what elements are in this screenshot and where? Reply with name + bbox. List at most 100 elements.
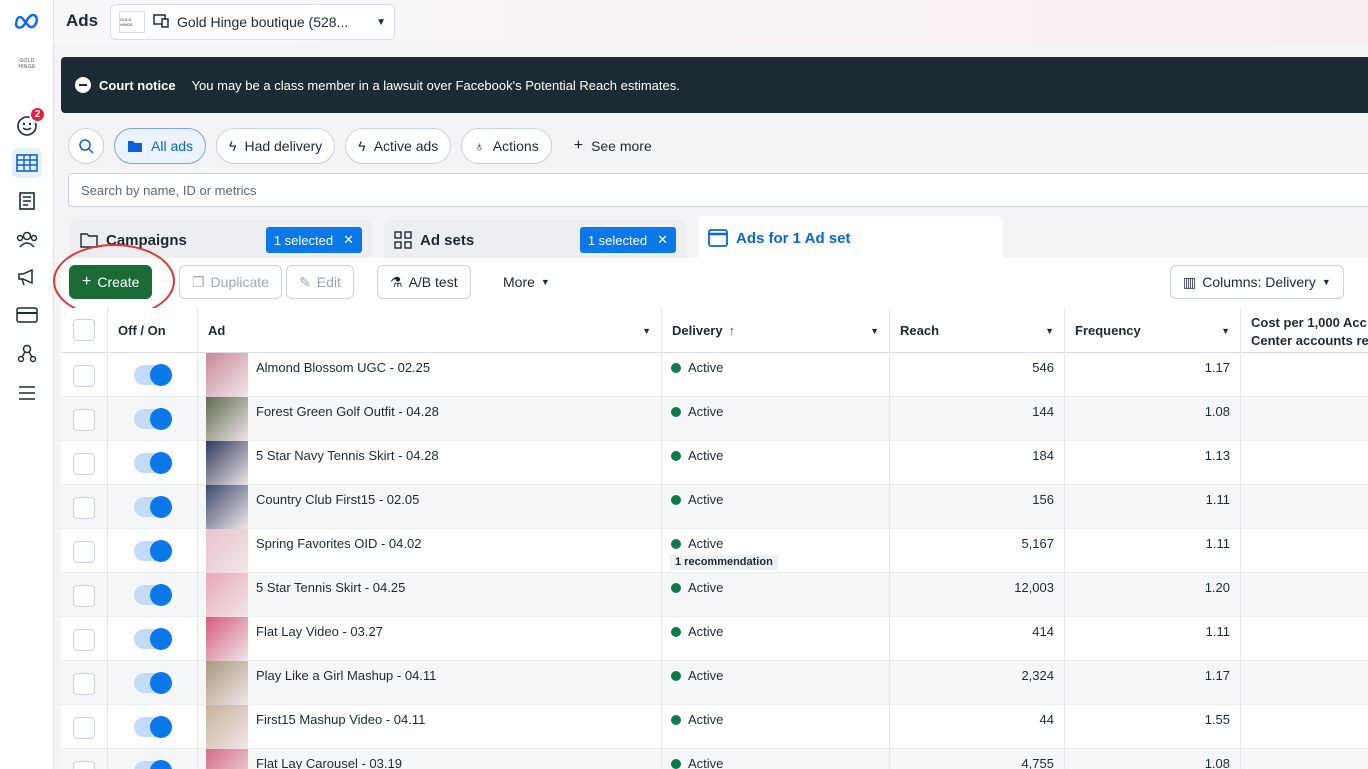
row-checkbox[interactable] [73, 585, 95, 607]
notifications-icon[interactable]: 2 [12, 106, 46, 140]
row-checkbox[interactable] [73, 761, 95, 769]
table-row[interactable]: 5 Star Tennis Skirt - 04.25 Active 12,00… [61, 573, 1368, 617]
see-more-button[interactable]: + See more [562, 128, 664, 164]
ad-on-off-toggle[interactable] [134, 452, 172, 474]
edit-button[interactable]: ✎ Edit [286, 265, 354, 299]
ad-name[interactable]: Spring Favorites OID - 04.02 [256, 536, 421, 551]
ad-name[interactable]: First15 Mashup Video - 04.11 [256, 712, 425, 727]
filter-had-delivery[interactable]: ϟ Had delivery [216, 128, 336, 164]
audiences-icon[interactable] [12, 224, 42, 254]
frequency-header[interactable]: Frequency ▼ [1065, 308, 1241, 353]
lightning-icon: ϟ [358, 138, 366, 154]
row-checkbox[interactable] [73, 673, 95, 695]
columns-button[interactable]: ▥ Columns: Delivery ▼ [1170, 265, 1344, 299]
tab-ads[interactable]: Ads for 1 Ad set [698, 216, 1002, 260]
table-row[interactable]: Flat Lay Carousel - 03.19 Active 4,755 1… [61, 749, 1368, 769]
ad-thumbnail[interactable] [206, 749, 248, 769]
all-tools-network-icon[interactable] [12, 338, 42, 368]
ad-on-off-toggle[interactable] [134, 584, 172, 606]
table-row[interactable]: Almond Blossom UGC - 02.25 Active 546 1.… [61, 353, 1368, 397]
billing-card-icon[interactable] [12, 300, 42, 330]
ad-name[interactable]: Play Like a Girl Mashup - 04.11 [256, 668, 436, 683]
filter-all-ads[interactable]: All ads [114, 128, 207, 164]
select-all-checkbox[interactable] [73, 319, 95, 341]
row-delivery-cell: Active 1 recommendation [662, 529, 890, 573]
row-toggle-cell [108, 397, 198, 441]
ad-thumbnail[interactable] [206, 573, 248, 617]
row-toggle-cell [108, 617, 198, 661]
ad-on-off-toggle[interactable] [134, 408, 172, 430]
ad-on-off-toggle[interactable] [134, 672, 172, 694]
ad-thumbnail[interactable] [206, 441, 248, 485]
tab-ad-sets[interactable]: Ad sets 1 selected ✕ [384, 220, 686, 260]
ad-on-off-toggle[interactable] [134, 760, 172, 769]
row-checkbox[interactable] [73, 717, 95, 739]
ad-on-off-toggle[interactable] [134, 364, 172, 386]
filter-actions[interactable]: ♁ Actions [461, 128, 552, 164]
meta-logo-icon[interactable] [12, 6, 42, 36]
row-checkbox[interactable] [73, 497, 95, 519]
ad-name[interactable]: Flat Lay Carousel - 03.19 [256, 756, 402, 769]
row-checkbox[interactable] [73, 541, 95, 563]
table-row[interactable]: Flat Lay Video - 03.27 Active 414 1.11 [61, 617, 1368, 661]
row-checkbox[interactable] [73, 453, 95, 475]
row-checkbox[interactable] [73, 365, 95, 387]
ad-name[interactable]: Flat Lay Video - 03.27 [256, 624, 383, 639]
more-button[interactable]: More ▼ [491, 265, 562, 299]
reach-header[interactable]: Reach ▼ [890, 308, 1065, 353]
ad-thumbnail[interactable] [206, 397, 248, 441]
offon-header[interactable]: Off / On [108, 308, 198, 353]
ad-thumbnail[interactable] [206, 529, 248, 573]
search-toggle-button[interactable] [68, 128, 104, 164]
ad-name[interactable]: Forest Green Golf Outfit - 04.28 [256, 404, 439, 419]
table-row[interactable]: Forest Green Golf Outfit - 04.28 Active … [61, 397, 1368, 441]
highlight-annotation-circle [53, 244, 175, 318]
ad-header[interactable]: Ad ▼ [198, 308, 662, 353]
campaigns-selected-pill[interactable]: 1 selected ✕ [265, 227, 362, 253]
ad-thumbnail[interactable] [206, 617, 248, 661]
row-select-cell [61, 485, 108, 529]
table-row[interactable]: First15 Mashup Video - 04.11 Active 44 1… [61, 705, 1368, 749]
ad-name[interactable]: Almond Blossom UGC - 02.25 [256, 360, 430, 375]
ad-thumbnail[interactable] [206, 661, 248, 705]
ad-name[interactable]: 5 Star Tennis Skirt - 04.25 [256, 580, 405, 595]
folder-icon [128, 141, 142, 152]
ad-on-off-toggle[interactable] [134, 496, 172, 518]
table-row[interactable]: 5 Star Navy Tennis Skirt - 04.28 Active … [61, 441, 1368, 485]
ad-on-off-toggle[interactable] [134, 716, 172, 738]
recommendation-badge[interactable]: 1 recommendation [670, 555, 778, 570]
columns-icon: ▥ [1183, 273, 1197, 290]
megaphone-icon[interactable] [12, 262, 42, 292]
table-row[interactable]: Play Like a Girl Mashup - 04.11 Active 2… [61, 661, 1368, 705]
search-input[interactable]: Search by name, ID or metrics [68, 173, 1368, 207]
ad-name[interactable]: Country Club First15 - 02.05 [256, 492, 419, 507]
row-cost-cell [1241, 661, 1368, 705]
filter-active-ads[interactable]: ϟ Active ads [345, 128, 452, 164]
frequency-value: 1.08 [1204, 756, 1230, 769]
delivery-status: Active [688, 360, 724, 375]
row-checkbox[interactable] [73, 409, 95, 431]
delivery-header[interactable]: Delivery ↑ ▼ [662, 308, 890, 353]
table-row[interactable]: Spring Favorites OID - 04.02 Active 1 re… [61, 529, 1368, 573]
adsets-selected-pill[interactable]: 1 selected ✕ [579, 227, 676, 253]
reports-icon[interactable] [12, 186, 42, 216]
ad-on-off-toggle[interactable] [134, 628, 172, 650]
delivery-status: Active [688, 756, 724, 769]
row-cost-cell [1241, 353, 1368, 397]
ad-name[interactable]: 5 Star Navy Tennis Skirt - 04.28 [256, 448, 439, 463]
delivery-status: Active [688, 404, 724, 419]
ad-thumbnail[interactable] [206, 705, 248, 749]
menu-icon[interactable] [12, 378, 42, 408]
ads-manager-table-icon[interactable] [12, 148, 42, 178]
ad-thumbnail[interactable] [206, 485, 248, 529]
ab-test-button[interactable]: ⚗ A/B test [377, 265, 471, 299]
duplicate-button[interactable]: ❐ Duplicate [179, 265, 282, 299]
row-ad-cell: Country Club First15 - 02.05 [198, 485, 662, 529]
table-row[interactable]: Country Club First15 - 02.05 Active 156 … [61, 485, 1368, 529]
ad-thumbnail[interactable] [206, 353, 248, 397]
frequency-value: 1.11 [1205, 624, 1230, 639]
row-checkbox[interactable] [73, 629, 95, 651]
cost-header[interactable]: Cost per 1,000 Acc Center accounts re [1241, 308, 1368, 353]
ad-on-off-toggle[interactable] [134, 540, 172, 562]
account-selector[interactable]: GOLD HINGE Gold Hinge boutique (528... ▼ [110, 4, 395, 40]
